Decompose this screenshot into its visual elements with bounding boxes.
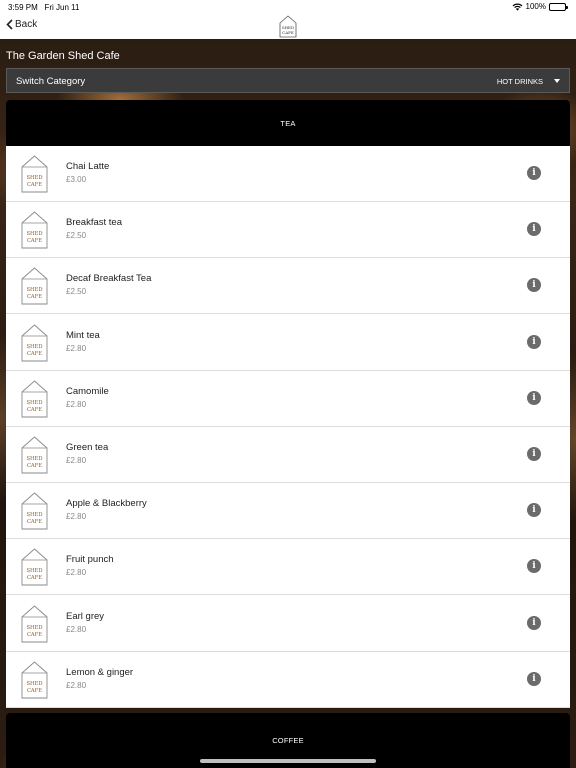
shed-cafe-logo: SHEDCAFE (21, 604, 48, 643)
list-item[interactable]: SHED CAFE Green tea £2.80 i (6, 427, 570, 483)
svg-text:SHED: SHED (26, 175, 42, 181)
status-right: 100% (512, 2, 568, 11)
info-icon[interactable]: i (527, 671, 541, 686)
list-item[interactable]: SHED CAFE Camomile £2.80 i (6, 371, 570, 427)
status-date: Fri Jun 11 (44, 3, 80, 12)
back-label: Back (15, 19, 38, 30)
svg-text:CAFE: CAFE (27, 351, 42, 357)
svg-text:CAFE: CAFE (27, 519, 42, 525)
shed-cafe-logo: SHED CAFE (279, 15, 297, 38)
item-price: £2.80 (66, 568, 87, 578)
caret-down-icon (554, 79, 560, 83)
item-name: Earl grey (66, 610, 105, 622)
info-icon[interactable]: i (527, 503, 541, 518)
shed-cafe-logo: SHEDCAFE (21, 155, 48, 193)
home-indicator (200, 759, 376, 763)
item-name: Apple & Blackberry (66, 498, 147, 510)
item-price: £2.80 (66, 680, 87, 690)
status-bar: 3:59 PM Fri Jun 11 100% (0, 0, 576, 14)
item-price: £2.80 (66, 456, 87, 465)
nav-bar: Back SHED CAFE (0, 14, 576, 39)
menu-item-list: SHED CAFE Chai Latte £3.00 i SHED CAFE Breakfas… (6, 146, 570, 708)
svg-text:SHED: SHED (26, 456, 42, 462)
battery-icon (549, 2, 568, 11)
item-price: £3.00 (66, 175, 87, 184)
back-button[interactable]: Back (6, 19, 37, 30)
item-price: £2.50 (66, 231, 87, 241)
svg-text:SHED: SHED (26, 512, 42, 518)
item-name: Green tea (66, 442, 109, 453)
info-icon[interactable]: i (527, 615, 541, 630)
chevron-left-icon (6, 19, 13, 30)
item-name: Lemon & ginger (66, 666, 134, 678)
svg-text:SHED: SHED (26, 400, 42, 406)
item-price: £2.50 (66, 287, 87, 297)
item-name: Camomile (66, 385, 109, 397)
item-price: £2.80 (66, 399, 87, 409)
svg-text:CAFE: CAFE (27, 182, 42, 188)
item-name: Mint tea (66, 329, 100, 341)
list-item[interactable]: SHED CAFE Mint tea £2.80 i (6, 315, 570, 371)
item-name: Breakfast tea (66, 217, 122, 229)
list-item[interactable]: SHED CAFE Lemon & ginger £2.80 i (6, 652, 570, 708)
list-item[interactable]: SHED CAFE Breakfast tea £2.50 i (6, 202, 570, 259)
item-name: Chai Latte (66, 161, 110, 172)
svg-text:SHED: SHED (26, 344, 42, 350)
info-icon[interactable]: i (527, 278, 541, 293)
list-item[interactable]: SHED CAFE Chai Latte £3.00 i (6, 146, 570, 202)
list-item[interactable]: SHED CAFE Decaf Breakfast Tea £2.50 i (6, 258, 570, 315)
svg-text:CAFE: CAFE (27, 632, 42, 638)
svg-text:SHED: SHED (26, 625, 42, 631)
svg-text:CAFE: CAFE (27, 463, 42, 469)
info-icon[interactable]: i (527, 390, 541, 405)
battery-percent: 100% (525, 2, 546, 11)
shed-cafe-logo: SHEDCAFE (21, 380, 48, 418)
svg-text:CAFE: CAFE (27, 688, 42, 694)
item-price: £2.80 (66, 512, 87, 522)
switch-category-value: HOT DRINKS (496, 77, 543, 86)
svg-text:CAFE: CAFE (27, 238, 42, 244)
shed-cafe-logo: SHEDCAFE (21, 211, 48, 249)
list-item[interactable]: SHED CAFE Apple & Blackberry £2.80 i (6, 483, 570, 540)
item-name: Fruit punch (66, 554, 114, 566)
shed-cafe-logo: SHEDCAFE (21, 267, 48, 305)
info-icon[interactable]: i (527, 559, 541, 574)
list-item[interactable]: SHED CAFE Earl grey £2.80 i (6, 596, 570, 652)
section-header-tea[interactable]: TEA (6, 100, 570, 147)
switch-category-label: Switch Category (16, 76, 86, 87)
status-time-date: 3:59 PM Fri Jun 11 (8, 3, 79, 12)
shed-cafe-logo: SHEDCAFE (21, 323, 48, 362)
svg-text:SHED: SHED (26, 568, 42, 574)
item-price: £2.80 (66, 343, 87, 353)
shed-cafe-logo: SHEDCAFE (21, 661, 48, 699)
info-icon[interactable]: i (527, 334, 541, 349)
svg-text:CAFE: CAFE (282, 30, 294, 35)
shed-cafe-logo: SHEDCAFE (21, 436, 48, 474)
shed-cafe-logo: SHEDCAFE (21, 492, 48, 530)
list-item[interactable]: SHED CAFE Fruit punch £2.80 i (6, 539, 570, 596)
item-price: £2.80 (66, 624, 87, 634)
switch-category-dropdown[interactable]: Switch Category HOT DRINKS (6, 68, 570, 93)
svg-text:SHED: SHED (26, 287, 42, 293)
info-icon[interactable]: i (527, 166, 541, 180)
svg-text:CAFE: CAFE (27, 407, 42, 413)
info-icon[interactable]: i (527, 222, 541, 237)
info-icon[interactable]: i (527, 447, 541, 461)
svg-text:SHED: SHED (26, 231, 42, 237)
venue-name: The Garden Shed Cafe (6, 50, 120, 62)
status-time: 3:59 PM (8, 3, 38, 12)
wifi-icon (512, 3, 522, 11)
svg-text:CAFE: CAFE (27, 294, 42, 300)
svg-text:SHED: SHED (26, 681, 42, 687)
shed-cafe-logo: SHEDCAFE (21, 548, 48, 586)
svg-text:CAFE: CAFE (27, 575, 42, 581)
item-name: Decaf Breakfast Tea (66, 273, 152, 285)
